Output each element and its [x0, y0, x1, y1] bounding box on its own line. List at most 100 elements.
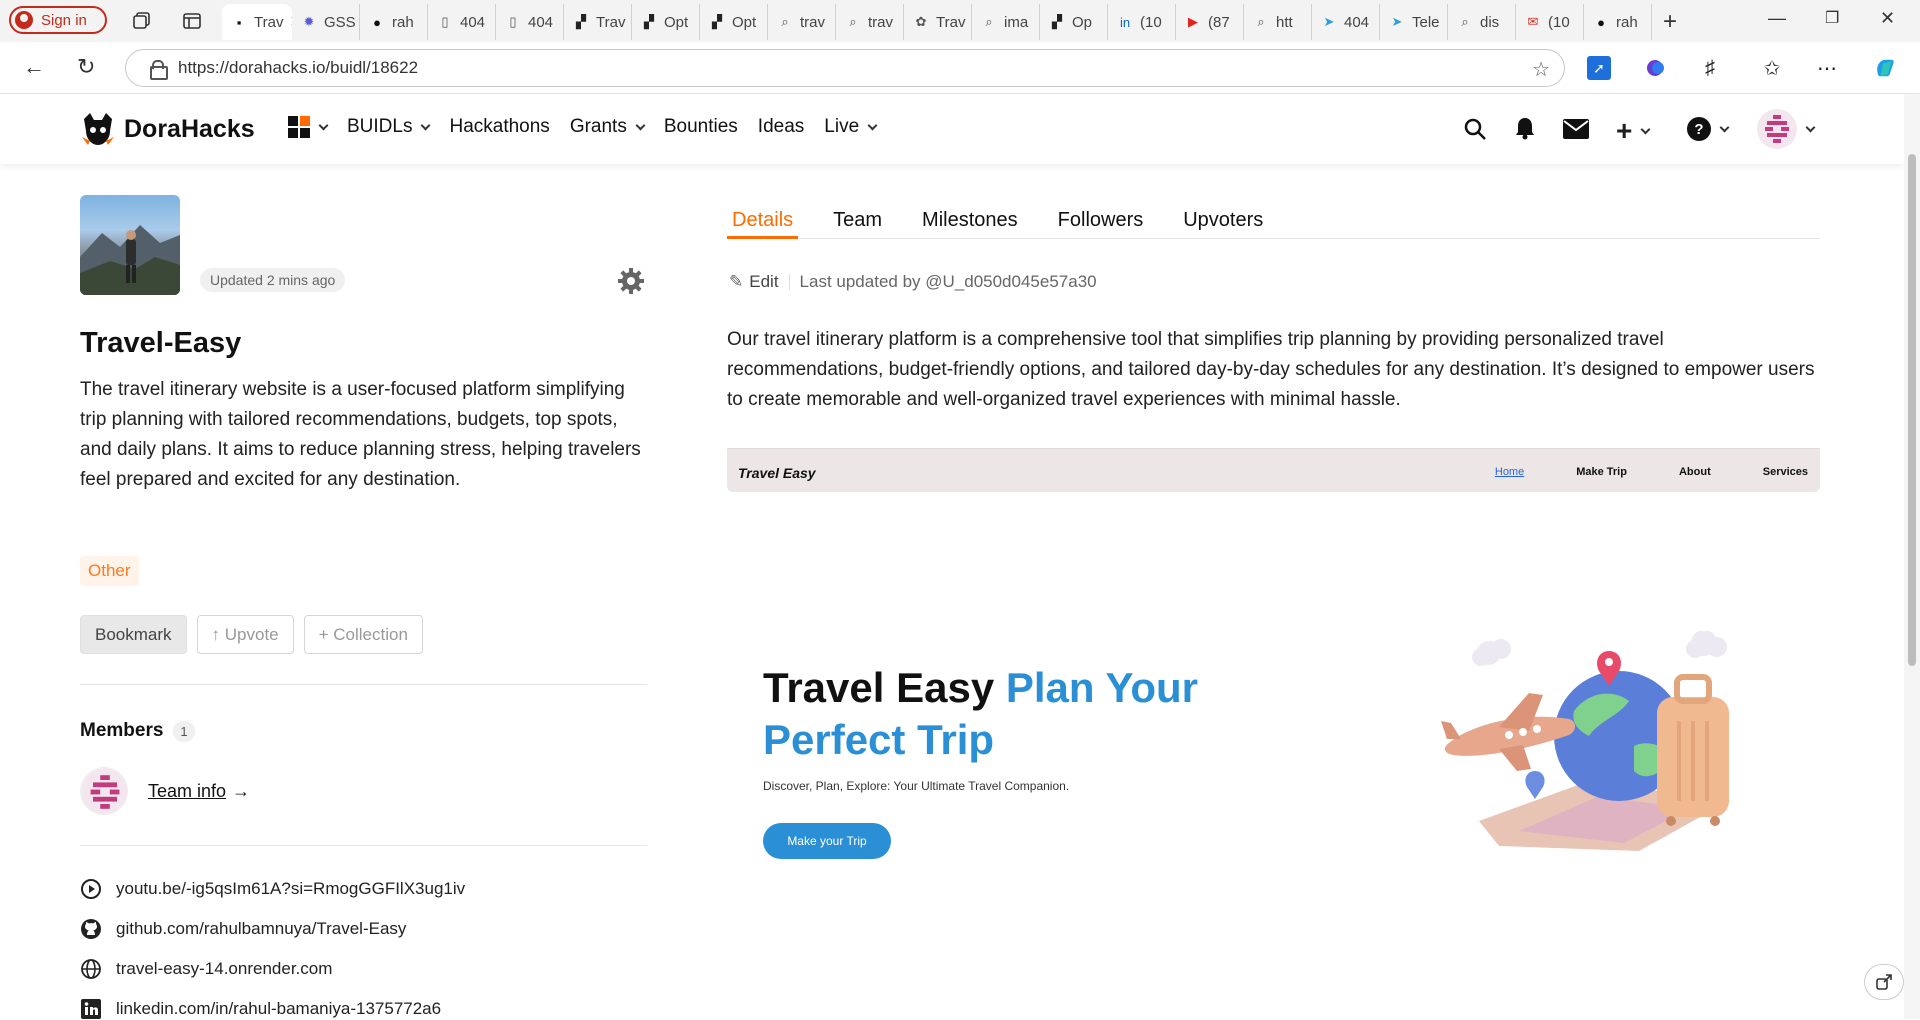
scrollbar-thumb[interactable]	[1908, 154, 1916, 666]
sign-in-button[interactable]: Sign in	[9, 6, 107, 34]
github-icon	[81, 919, 101, 939]
github-link[interactable]: github.com/rahulbamnuya/Travel-Easy	[80, 918, 406, 940]
chevron-down-icon	[635, 120, 646, 130]
browser-tab[interactable]: ⌕ htt	[1244, 4, 1312, 40]
video-link[interactable]: youtu.be/-ig5qsIm61A?si=RmogGGFIlX3ug1iv	[80, 878, 465, 900]
github-icon: ●	[1597, 14, 1605, 30]
browser-tab[interactable]: ⌕ trav	[768, 4, 836, 40]
menu-hackathons[interactable]: Hackathons	[449, 116, 549, 138]
menu-bounties[interactable]: Bounties	[664, 116, 738, 138]
new-tab-button[interactable]: +	[1663, 8, 1677, 36]
help-menu[interactable]: ?	[1687, 117, 1730, 141]
menu-ideas[interactable]: Ideas	[758, 116, 804, 138]
refresh-icon[interactable]: ↻	[77, 54, 95, 80]
menu-bounties-label: Bounties	[663, 116, 738, 137]
dorahacks-logo[interactable]: DoraHacks	[80, 111, 255, 147]
gmail-icon: ✉	[1527, 14, 1539, 29]
globe-icon	[81, 959, 101, 979]
close-window-button[interactable]: ✕	[1880, 8, 1895, 29]
browser-tab[interactable]: ▞ Trav	[564, 4, 632, 40]
browser-tab[interactable]: ▞ Opt	[632, 4, 700, 40]
browser-tab-label: (10	[1140, 13, 1162, 31]
website-link[interactable]: travel-easy-14.onrender.com	[80, 958, 332, 980]
browser-tab[interactable]: ▞ Opt	[700, 4, 768, 40]
browser-tab[interactable]: ⌕ ima	[972, 4, 1040, 40]
browser-tab[interactable]: ➤ 404	[1312, 4, 1380, 40]
create-menu[interactable]: +	[1616, 115, 1651, 147]
apps-menu[interactable]	[288, 116, 329, 138]
menu-buidls[interactable]: BUIDLs	[347, 116, 431, 138]
bookmark-button[interactable]: Bookmark	[80, 615, 187, 654]
more-menu-icon[interactable]: ⋯	[1815, 56, 1839, 80]
browser-tab[interactable]: ⌕ trav	[836, 4, 904, 40]
upvote-button[interactable]: ↑ Upvote	[196, 615, 294, 654]
minimize-button[interactable]: —	[1768, 8, 1786, 29]
favorite-star-icon[interactable]: ☆	[1532, 57, 1550, 82]
page-scrollbar[interactable]	[1904, 94, 1920, 1019]
settings-gear-icon[interactable]	[617, 267, 645, 295]
browser-tab[interactable]: ✉ (10	[1516, 4, 1584, 40]
copilot-icon[interactable]	[1873, 56, 1897, 80]
browser-tab[interactable]: in (10	[1108, 4, 1176, 40]
browser-tab-label: rah	[1616, 13, 1638, 31]
user-menu[interactable]	[1757, 109, 1816, 149]
profile-icon	[15, 11, 33, 29]
member-avatar[interactable]	[80, 767, 128, 815]
address-bar-row: ← ↻ https://dorahacks.io/buidl/18622 ☆ ➚…	[0, 42, 1920, 94]
restore-button[interactable]: ❐	[1825, 8, 1839, 28]
notification-bell-icon[interactable]	[1514, 116, 1536, 140]
favorites-icon[interactable]: ✩	[1760, 56, 1784, 80]
search-icon[interactable]	[1463, 117, 1487, 141]
browser-tab[interactable]: ▪Trav✕	[222, 4, 292, 40]
main-menu: BUIDLs Hackathons Grants Bounties Ideas …	[288, 116, 878, 138]
browser-tab-label: 404	[528, 13, 554, 31]
document-icon: ▯	[509, 14, 517, 29]
workspaces-icon[interactable]	[132, 11, 152, 31]
team-info-link[interactable]: Team info →	[148, 781, 250, 802]
render-icon: ▞	[712, 14, 722, 29]
last-updated-text: Last updated by @U_d050d045e57a30	[799, 272, 1097, 291]
user-avatar	[1757, 109, 1797, 149]
edit-button[interactable]: Edit	[749, 272, 778, 292]
tab-team[interactable]: Team	[828, 205, 887, 239]
copilot-circle-icon[interactable]	[1643, 56, 1667, 80]
extension-icon[interactable]: ➚	[1587, 56, 1611, 80]
browser-tab[interactable]: ▯ 404	[496, 4, 564, 40]
url-text: https://dorahacks.io/buidl/18622	[178, 58, 419, 77]
menu-ideas-label: Ideas	[757, 116, 805, 137]
browser-tab[interactable]: ➤ Tele	[1380, 4, 1448, 40]
menu-live[interactable]: Live	[824, 116, 878, 138]
browser-tab[interactable]: ▯ 404	[428, 4, 496, 40]
browser-tab-label: Op	[1072, 13, 1093, 31]
browser-tab[interactable]: ● rah	[1584, 4, 1652, 40]
tab-upvoters[interactable]: Upvoters	[1178, 205, 1268, 239]
browser-tab[interactable]: ▶ (87	[1176, 4, 1244, 40]
tab-followers[interactable]: Followers	[1053, 205, 1149, 239]
lock-icon	[150, 60, 168, 80]
menu-grants[interactable]: Grants	[570, 116, 646, 138]
extensions-puzzle-icon[interactable]: ♯	[1698, 56, 1722, 80]
browser-tab[interactable]: ▞ Op	[1040, 4, 1108, 40]
browser-tab[interactable]: ✹ GSS	[292, 4, 360, 40]
linkedin-link[interactable]: linkedin.com/in/rahul-bamaniya-1375772a6	[80, 998, 441, 1020]
team-info-label: Team info	[148, 780, 227, 801]
chevron-down-icon	[1640, 124, 1651, 134]
tab-milestones[interactable]: Milestones	[917, 205, 1023, 239]
url-field[interactable]: https://dorahacks.io/buidl/18622 ☆	[125, 49, 1565, 87]
svg-text:?: ?	[1694, 121, 1703, 138]
browser-tab-label: (10	[1548, 13, 1570, 31]
search-icon: ⌕	[1257, 14, 1265, 29]
project-actions: Bookmark ↑ Upvote + Collection	[80, 615, 423, 654]
mail-icon[interactable]	[1563, 119, 1589, 139]
browser-tab[interactable]: ✿ Trav	[904, 4, 972, 40]
browser-tab[interactable]: ● rah	[360, 4, 428, 40]
share-button[interactable]	[1864, 964, 1904, 1000]
tab-details[interactable]: Details	[727, 205, 799, 239]
tab-actions-icon[interactable]	[182, 11, 202, 31]
back-icon[interactable]: ←	[23, 54, 45, 80]
browser-tab[interactable]: ⌕ dis	[1448, 4, 1516, 40]
preview-nav-links: Home Make Trip About Services	[1495, 466, 1808, 478]
add-collection-button[interactable]: + Collection	[303, 615, 423, 654]
browser-tab-label: trav	[868, 13, 894, 31]
category-tag[interactable]: Other	[80, 556, 139, 586]
